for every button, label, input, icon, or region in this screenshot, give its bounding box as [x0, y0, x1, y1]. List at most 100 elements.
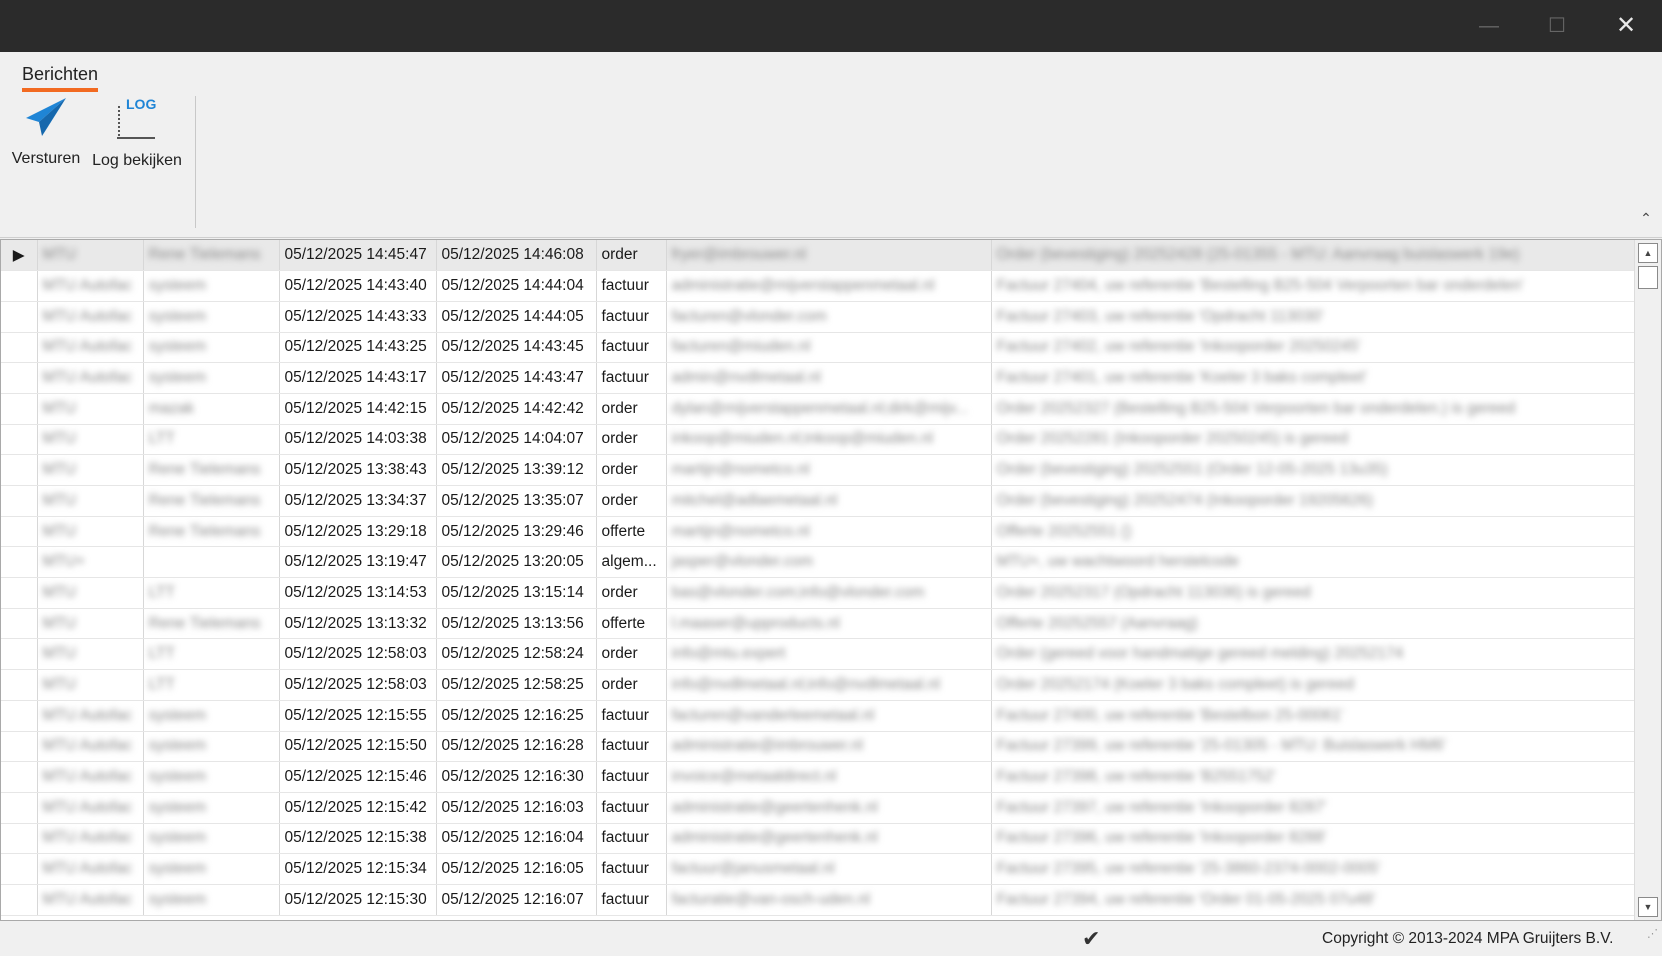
cell-company-text: MTU [42, 461, 77, 479]
table-row[interactable]: MTU Autofac systeem 05/12/2025 12:15:50 05/… [1, 731, 1635, 763]
row-selector[interactable] [1, 332, 38, 364]
cell-recipient-text: martijn@nometco.nl [671, 522, 810, 540]
cell-created: 05/12/2025 12:58:03 [279, 669, 437, 701]
table-row[interactable]: MTU Autofac systeem 05/12/2025 12:15:55 05/… [1, 700, 1635, 732]
cell-type-text: factuur [601, 737, 649, 755]
cell-user-text: Rene Tielemans [148, 461, 261, 479]
cell-created-text: 05/12/2025 13:34:37 [284, 491, 427, 509]
row-selector[interactable] [1, 853, 38, 885]
messages-grid[interactable]: ▶ MTU Rene Tielemans 05/12/2025 14:45:47 05/… [0, 239, 1662, 921]
cell-subject: Order 20252327 (Bestelling B25-504 Verpo… [991, 393, 1635, 425]
cell-type-text: order [601, 430, 638, 448]
cell-recipient-text: administratie@geertenhenk.nl [671, 798, 878, 816]
cell-sent-text: 05/12/2025 12:16:28 [441, 737, 584, 755]
cell-subject-text: Factuur 27397, uw referentie 'Inkooporde… [996, 798, 1327, 816]
cell-subject-text: Offerte 20252551 () [996, 522, 1132, 540]
table-row[interactable]: MTU LTT 05/12/2025 14:03:38 05/12/2025 14:0… [1, 424, 1635, 456]
table-row[interactable]: MTU Rene Tielemans 05/12/2025 13:34:37 05/1… [1, 485, 1635, 517]
table-row[interactable]: MTU Autofac systeem 05/12/2025 14:43:17 05/… [1, 362, 1635, 394]
cell-sent: 05/12/2025 14:04:07 [436, 424, 597, 456]
cell-created-text: 05/12/2025 14:43:25 [284, 338, 427, 356]
cell-type: order [596, 638, 667, 671]
cell-subject-text: Factuur 27399, uw referentie '25-01305 -… [996, 737, 1447, 755]
row-selector[interactable] [1, 884, 38, 916]
table-row[interactable]: MTU LTT 05/12/2025 12:58:03 05/12/2025 12:5… [1, 638, 1635, 671]
cell-user: systeem [143, 761, 280, 793]
scroll-thumb[interactable] [1638, 266, 1658, 289]
paper-plane-icon [26, 98, 66, 136]
cell-type-text: order [601, 675, 638, 693]
row-selector[interactable] [1, 761, 38, 793]
cell-recipient-text: facturen@vlonder.com [671, 307, 827, 325]
cell-company: MTU [37, 485, 144, 517]
cell-subject-text: Factuur 27400, uw referentie 'Bestelbon … [996, 706, 1344, 724]
row-selector[interactable] [1, 516, 38, 548]
table-row[interactable]: MTU Autofac systeem 05/12/2025 14:43:33 05/… [1, 301, 1635, 333]
row-selector[interactable] [1, 485, 38, 517]
cell-subject: Factuur 27404, uw referentie 'Bestelling… [991, 270, 1635, 302]
cell-created: 05/12/2025 14:42:15 [279, 393, 437, 425]
row-selector[interactable] [1, 823, 38, 855]
vertical-scrollbar[interactable]: ▲ ▼ [1634, 240, 1661, 920]
cell-company: MTU Autofac [37, 362, 144, 394]
table-row[interactable]: MTU Autofac systeem 05/12/2025 14:43:25 05/… [1, 332, 1635, 364]
send-button[interactable]: Versturen [10, 96, 82, 168]
maximize-button[interactable]: ☐ [1523, 0, 1591, 52]
scroll-up-button[interactable]: ▲ [1638, 243, 1658, 263]
row-selector[interactable] [1, 731, 38, 763]
table-row[interactable]: MTU Rene Tielemans 05/12/2025 13:38:43 05/1… [1, 454, 1635, 486]
row-selector[interactable] [1, 301, 38, 333]
cell-created-text: 05/12/2025 13:19:47 [284, 553, 427, 571]
table-row[interactable]: MTU Autofac systeem 05/12/2025 12:15:46 05/… [1, 761, 1635, 793]
row-selector[interactable] [1, 700, 38, 732]
cell-user: systeem [143, 823, 280, 855]
cell-created: 05/12/2025 14:43:17 [279, 362, 437, 394]
ribbon-collapse-icon[interactable]: ⌃ [1636, 210, 1656, 230]
view-log-button[interactable]: LOG Log bekijken [91, 96, 183, 170]
row-selector[interactable] [1, 424, 38, 456]
cell-sent-text: 05/12/2025 12:16:03 [441, 798, 584, 816]
row-selector[interactable] [1, 792, 38, 824]
table-row[interactable]: MTU Autofac systeem 05/12/2025 12:15:42 05/… [1, 792, 1635, 824]
cell-subject-text: Order 20252174 (Koeler 3 baks compleet) … [996, 675, 1355, 693]
scroll-down-button[interactable]: ▼ [1638, 897, 1658, 917]
row-selector[interactable] [1, 454, 38, 486]
resize-grip-icon[interactable]: ⋰ [1638, 929, 1658, 950]
cell-subject-text: Factuur 27401, uw referentie 'Koeler 3 b… [996, 369, 1367, 387]
cell-sent: 05/12/2025 12:16:30 [436, 761, 597, 793]
cell-user: Rene Tielemans [143, 608, 280, 640]
table-row[interactable]: ▶ MTU Rene Tielemans 05/12/2025 14:45:47 05/… [1, 240, 1635, 272]
tab-berichten[interactable]: Berichten [22, 64, 99, 92]
cell-created: 05/12/2025 14:45:47 [279, 240, 437, 272]
row-selector[interactable] [1, 270, 38, 302]
row-selector[interactable] [1, 608, 38, 640]
table-row[interactable]: MTU Rene Tielemans 05/12/2025 13:13:32 05/1… [1, 608, 1635, 640]
table-row[interactable]: MTU Autofac systeem 05/12/2025 14:43:40 05/… [1, 270, 1635, 302]
table-row[interactable]: MTU Autofac systeem 05/12/2025 12:15:38 05/… [1, 823, 1635, 855]
cell-subject: Order 20252317 (Opdracht 113036) is gere… [991, 577, 1635, 609]
table-row[interactable]: MTU+ 05/12/2025 13:19:47 05/12/2025 13:20:… [1, 546, 1635, 579]
table-row[interactable]: MTU Autofac systeem 05/12/2025 12:15:34 05/… [1, 853, 1635, 885]
table-row[interactable]: MTU Autofac systeem 05/12/2025 12:15:30 05/… [1, 884, 1635, 916]
table-row[interactable]: MTU Rene Tielemans 05/12/2025 13:29:18 05/1… [1, 516, 1635, 548]
row-selector[interactable] [1, 638, 38, 671]
row-selector[interactable] [1, 546, 38, 579]
cell-created: 05/12/2025 14:43:25 [279, 332, 437, 364]
table-row[interactable]: MTU LTT 05/12/2025 13:14:53 05/12/2025 13:1… [1, 577, 1635, 609]
row-selector[interactable] [1, 362, 38, 394]
cell-recipient: facturatie@van-osch-uden.nl [666, 884, 992, 916]
row-selector[interactable] [1, 669, 38, 701]
cell-user: Rene Tielemans [143, 516, 280, 548]
cell-company-text: MTU Autofac [42, 768, 133, 786]
row-selector-current[interactable]: ▶ [1, 240, 38, 272]
row-selector[interactable] [1, 393, 38, 425]
table-row[interactable]: MTU LTT 05/12/2025 12:58:03 05/12/2025 12:5… [1, 669, 1635, 701]
cell-subject-text: MTU+, uw wachtwoord herstelcode [996, 553, 1240, 571]
cell-subject-text: Order (gereed voor handmatige gereed mel… [996, 645, 1404, 663]
table-row[interactable]: MTU mazak 05/12/2025 14:42:15 05/12/2025 14… [1, 393, 1635, 425]
close-button[interactable]: ✕ [1592, 0, 1660, 52]
row-selector[interactable] [1, 577, 38, 609]
cell-company-text: MTU Autofac [42, 890, 133, 908]
cell-type: factuur [596, 853, 667, 885]
minimize-button[interactable]: — [1455, 0, 1523, 52]
